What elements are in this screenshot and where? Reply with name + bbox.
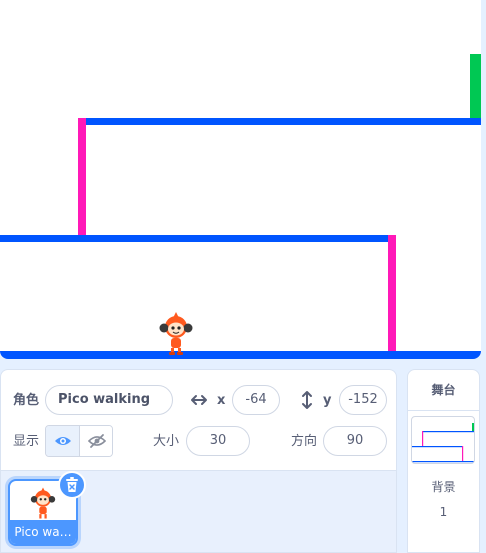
stage-thumbnail[interactable] xyxy=(411,416,475,464)
stage-thumbnail-image xyxy=(412,423,474,463)
stage-canvas[interactable] xyxy=(0,0,481,359)
y-input[interactable]: -152 xyxy=(339,385,387,415)
left-wall xyxy=(78,118,86,238)
size-input[interactable]: 30 xyxy=(186,426,250,456)
y-arrows-icon xyxy=(302,391,312,409)
sprite-name-input[interactable]: Pico walking xyxy=(45,385,173,415)
eye-off-icon xyxy=(88,434,106,448)
delete-sprite-button[interactable] xyxy=(58,471,86,499)
direction-input[interactable]: 90 xyxy=(323,426,387,456)
backdrop-count: 1 xyxy=(439,505,448,519)
sprite-label: 角色 xyxy=(13,393,40,408)
pico-sprite-icon xyxy=(30,487,56,519)
ground xyxy=(0,351,481,359)
middle-platform xyxy=(0,235,396,242)
size-label: 大小 xyxy=(153,434,180,449)
hide-button[interactable] xyxy=(80,426,112,456)
visibility-toggle xyxy=(45,425,113,457)
stage-panel-title: 舞台 xyxy=(408,370,479,411)
x-arrows-icon xyxy=(191,395,207,405)
sprite-tile-name: Pico wa… xyxy=(10,520,76,544)
stage-selector[interactable]: 舞台 背景 1 xyxy=(407,369,480,553)
backdrop-label: 背景 xyxy=(431,480,456,494)
right-wall xyxy=(388,235,396,355)
show-label: 显示 xyxy=(13,434,40,449)
trash-icon xyxy=(66,477,78,492)
show-button[interactable] xyxy=(46,426,80,456)
sprite-info-pane: 角色 Pico walking x -64 y -152 显示 大小 30 方向… xyxy=(0,369,397,470)
pico-sprite-icon[interactable] xyxy=(158,310,194,356)
y-label: y xyxy=(323,393,332,408)
x-input[interactable]: -64 xyxy=(232,385,280,415)
goal-marker xyxy=(470,54,481,118)
eye-icon xyxy=(55,437,71,445)
top-platform xyxy=(78,118,481,125)
x-label: x xyxy=(217,393,226,408)
direction-label: 方向 xyxy=(291,434,318,449)
